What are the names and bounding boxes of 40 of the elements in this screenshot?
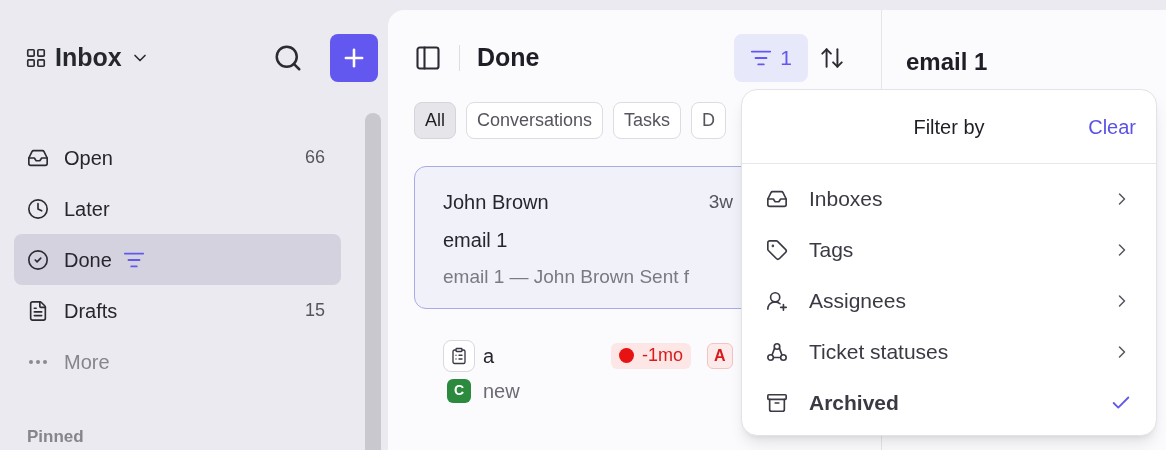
filter-option[interactable]: Archived [742,377,1156,428]
sidebar-item[interactable]: Done [14,234,341,285]
compose-button[interactable] [330,33,378,82]
clock-icon [27,197,49,220]
sidebar-item[interactable]: Open 66 [14,132,341,183]
sender-name: John Brown [443,190,549,215]
sidebar-item[interactable]: Later [14,183,341,234]
list-title: Done [477,42,540,74]
filter-button[interactable]: 1 [734,34,808,82]
filter-tab[interactable]: Tasks [613,101,682,139]
filter-tab[interactable]: All [414,101,456,139]
sort-icon[interactable] [819,45,845,71]
check-circle-icon [27,248,49,271]
document-icon [27,299,49,322]
clear-link[interactable]: Clear [1088,111,1136,142]
tag-icon [766,238,788,261]
subject-text: email 1 [443,228,508,253]
scrollbar[interactable] [365,113,381,450]
more-icon [29,359,47,364]
assignee-badge: A [707,342,733,369]
menu-title: Filter by [913,114,985,140]
grid-icon [25,46,47,69]
section-heading: Pinned [26,426,85,448]
sidebar-item[interactable]: Drafts 15 [14,285,341,336]
task-title: a [483,343,496,369]
sidebar-toggle-icon[interactable] [414,44,442,72]
detail-title: email 1 [906,48,988,75]
archive-icon [766,391,788,414]
filter-tab[interactable]: Conversations [466,101,604,139]
tag-letter-badge: C [447,378,471,403]
workspace-switcher[interactable]: Inbox [25,38,150,77]
clipboard-icon [443,339,475,372]
tag-label: new [483,378,520,404]
filter-tab[interactable]: D [691,101,727,139]
filter-option[interactable]: Ticket statuses [742,326,1156,377]
due-badge: -1mo [611,342,691,369]
time-label: 3w [708,189,733,214]
preview-text: email 1 — John Brown Sent f [443,265,690,289]
status-icon [766,340,788,363]
person-plus-icon [766,289,788,312]
